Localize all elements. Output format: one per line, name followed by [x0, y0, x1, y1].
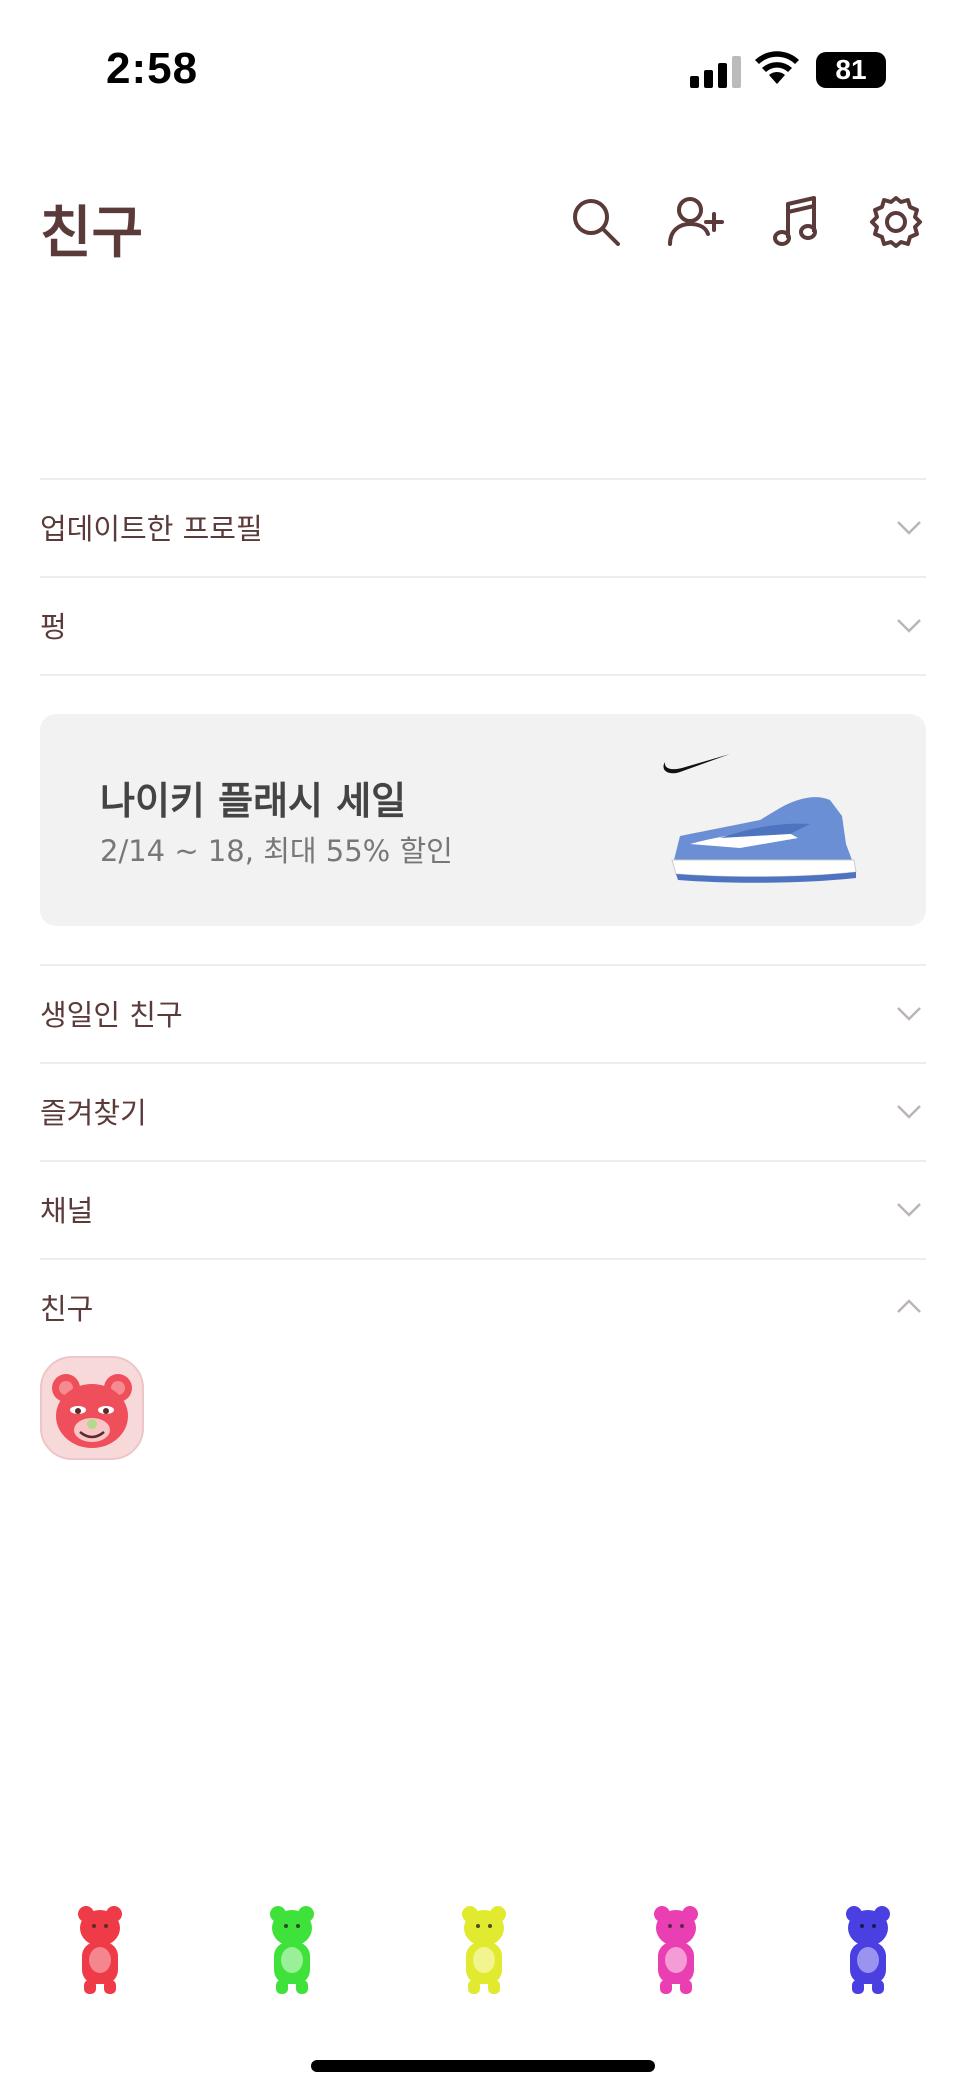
bear-avatar-icon — [52, 1374, 132, 1448]
section-friends[interactable]: 친구 — [40, 1258, 926, 1350]
section-channels[interactable]: 채널 — [40, 1160, 926, 1258]
divider — [40, 674, 926, 676]
chevron-down-icon — [897, 619, 921, 633]
status-time: 2:58 — [106, 44, 199, 93]
battery-icon: 81 — [816, 52, 886, 88]
page-title: 친구 — [40, 201, 144, 266]
section-label: 생일인 친구 — [40, 998, 183, 1032]
ad-banner[interactable]: 나이키 플래시 세일 2/14 ~ 18, 최대 55% 할인 — [40, 714, 926, 926]
bear-blue-icon[interactable] — [838, 1900, 898, 1996]
section-label: 채널 — [40, 1194, 94, 1228]
friend-avatar[interactable] — [40, 1356, 144, 1460]
banner-subtitle: 2/14 ~ 18, 최대 55% 할인 — [100, 834, 453, 868]
chevron-down-icon — [897, 1105, 921, 1119]
section-favorites[interactable]: 즐겨찾기 — [40, 1062, 926, 1160]
section-label: 즐겨찾기 — [40, 1096, 147, 1130]
chevron-down-icon — [897, 1203, 921, 1217]
bear-green-icon[interactable] — [262, 1900, 322, 1996]
add-friend-icon[interactable] — [666, 192, 726, 252]
bear-red-icon[interactable] — [70, 1900, 130, 1996]
banner-title: 나이키 플래시 세일 — [100, 779, 407, 823]
chevron-up-icon — [897, 1299, 921, 1313]
settings-icon[interactable] — [866, 192, 926, 252]
section-label: 업데이트한 프로필 — [40, 512, 263, 546]
page-header: 친구 — [0, 170, 966, 270]
section-label: 펑 — [40, 610, 67, 644]
bottom-tab-bar — [0, 1900, 966, 2010]
battery-level: 81 — [835, 54, 867, 85]
bear-yellow-icon[interactable] — [454, 1900, 514, 1996]
section-label: 친구 — [40, 1292, 94, 1326]
section-pung[interactable]: 펑 — [40, 576, 926, 674]
chevron-down-icon — [897, 1007, 921, 1021]
status-bar: 2:58 81 — [0, 0, 966, 140]
section-birthday-friends[interactable]: 생일인 친구 — [40, 964, 926, 1062]
sneaker-image — [663, 754, 857, 883]
search-icon[interactable] — [566, 192, 626, 252]
wifi-icon — [755, 51, 799, 84]
chevron-down-icon — [897, 521, 921, 535]
bear-pink-icon[interactable] — [646, 1900, 706, 1996]
music-icon[interactable] — [766, 192, 826, 252]
cellular-signal-icon — [690, 56, 741, 88]
section-updated-profiles[interactable]: 업데이트한 프로필 — [40, 478, 926, 576]
home-indicator — [311, 2060, 655, 2072]
